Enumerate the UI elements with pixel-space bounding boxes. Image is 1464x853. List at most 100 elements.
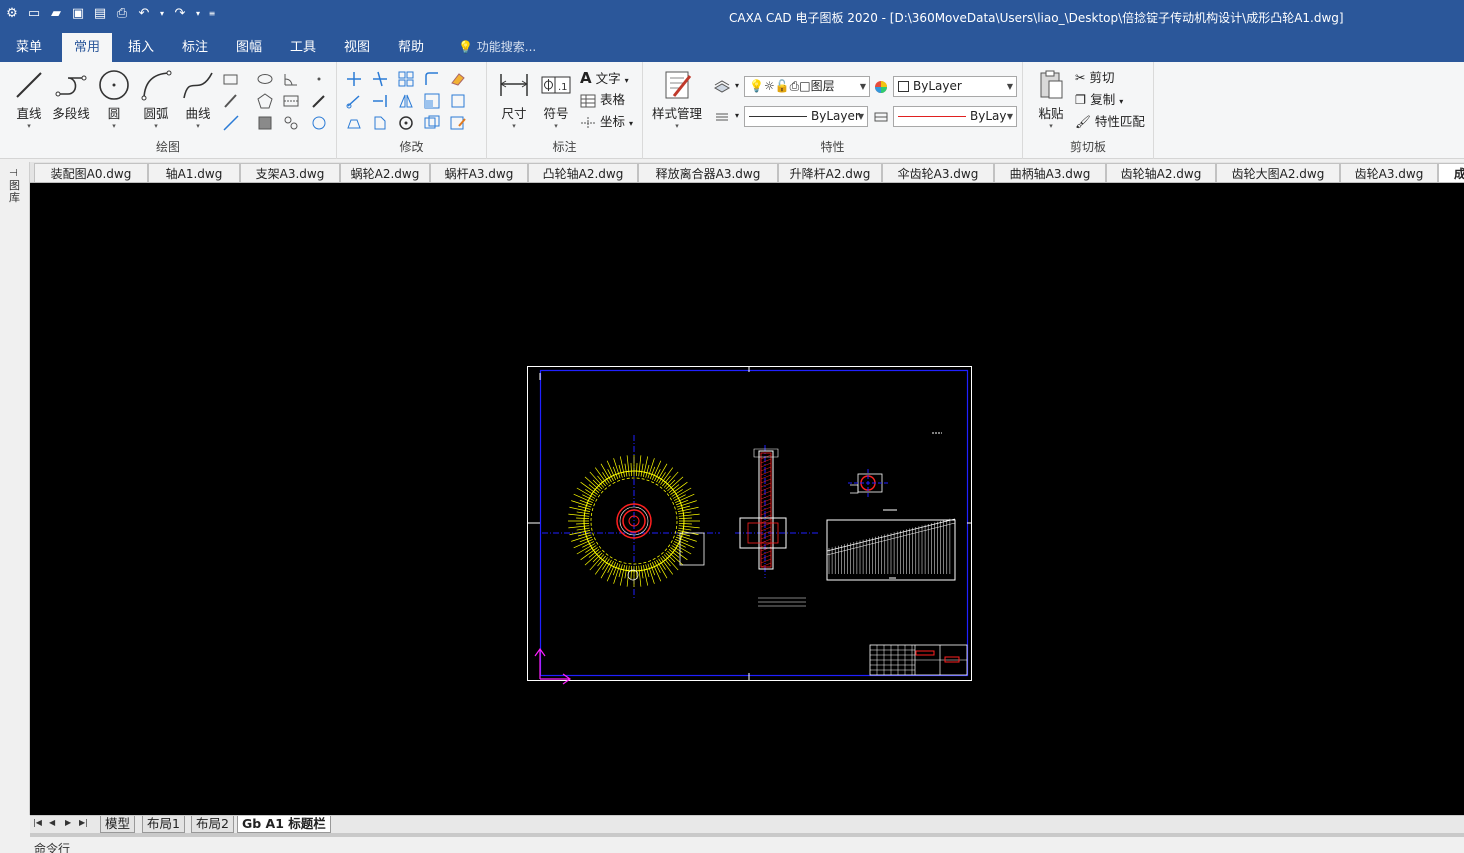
open-folder-icon[interactable]: ▰ (48, 6, 64, 22)
layout-tab-active[interactable]: Gb A1 标题栏 (237, 816, 331, 833)
rectangle-tool-icon[interactable] (222, 70, 240, 88)
first-tab-icon[interactable]: |◀ (33, 818, 42, 827)
polyline-button[interactable]: 多段线 (49, 68, 93, 122)
tab-view[interactable]: 视图 (332, 33, 382, 62)
coordinate-button[interactable]: 坐标 ▾ (580, 112, 633, 132)
redo-dropdown-icon[interactable]: ▾ (194, 6, 202, 22)
table-button[interactable]: 表格 (580, 90, 625, 110)
save-icon[interactable]: ▣ (70, 6, 86, 22)
color-wheel-icon[interactable] (872, 78, 890, 96)
next-tab-icon[interactable]: ▶ (65, 818, 71, 827)
dimension-button[interactable]: 尺寸 ▾ (492, 68, 536, 130)
tab-tools[interactable]: 工具 (278, 33, 328, 62)
doc-tab[interactable]: 支架A3.dwg (240, 163, 340, 182)
doc-tab[interactable]: 释放离合器A3.dwg (638, 163, 778, 182)
prev-tab-icon[interactable]: ◀ (49, 818, 55, 827)
undo-dropdown-icon[interactable]: ▾ (158, 6, 166, 22)
tab-home[interactable]: 常用 (62, 33, 112, 62)
doc-tab[interactable]: 装配图A0.dwg (34, 163, 148, 182)
command-line[interactable]: 命令行 (30, 837, 1464, 853)
spline-tool-icon[interactable] (282, 114, 300, 132)
copy-button[interactable]: ❐ 复制 ▾ (1075, 90, 1123, 110)
doc-tab[interactable]: 曲柄轴A3.dwg (994, 163, 1106, 182)
title-block-red-cell (944, 656, 960, 663)
match-properties-button[interactable]: 🖌 特性匹配 (1075, 112, 1145, 132)
tab-annotate[interactable]: 标注 (170, 33, 220, 62)
library-panel-tab[interactable]: ⊣ 图库 (9, 168, 23, 204)
doc-tab[interactable]: 齿轮A3.dwg (1340, 163, 1438, 182)
doc-tab[interactable]: 升降杆A2.dwg (778, 163, 882, 182)
centerline-tool-icon[interactable] (282, 92, 300, 110)
doc-tab[interactable]: 凸轮轴A2.dwg (528, 163, 638, 182)
save-all-icon[interactable]: ▤ (92, 6, 108, 22)
app-logo-icon[interactable]: ⚙ (4, 6, 20, 22)
offset-icon[interactable] (423, 114, 441, 132)
layout-tab-layout1[interactable]: 布局1 (142, 816, 185, 833)
pen-tool-icon[interactable] (310, 92, 328, 110)
extend-icon[interactable] (371, 92, 389, 110)
lineweight-combo[interactable]: ByLay ▼ (893, 106, 1017, 127)
explode-icon[interactable] (449, 92, 467, 110)
scale-icon[interactable] (423, 92, 441, 110)
shaft-hatch (760, 454, 772, 568)
layout-tab-model[interactable]: 模型 (100, 816, 136, 833)
cloud-tool-icon[interactable] (310, 114, 328, 132)
circle-button[interactable]: 圆 ▾ (92, 68, 136, 130)
layer-states-icon[interactable] (713, 78, 731, 96)
array-icon[interactable] (397, 70, 415, 88)
new-file-icon[interactable]: ▭ (26, 6, 42, 22)
paste-button[interactable]: 粘贴 ▾ (1029, 68, 1073, 130)
arc-button[interactable]: 圆弧 ▾ (134, 68, 178, 130)
construction-line-icon[interactable] (222, 114, 240, 132)
doc-tab[interactable]: 轴A1.dwg (148, 163, 240, 182)
point-tool-icon[interactable] (310, 70, 328, 88)
tab-sheet[interactable]: 图幅 (224, 33, 274, 62)
line-button[interactable]: 直线 ▾ (7, 68, 51, 130)
customize-qat-icon[interactable]: ≡ (208, 6, 216, 22)
lineweight-list-icon[interactable] (713, 108, 731, 126)
style-manager-button[interactable]: 样式管理 ▾ (649, 68, 705, 130)
feature-search[interactable]: 💡 功能搜索... (458, 33, 536, 62)
text-button[interactable]: A 文字 ▾ (580, 68, 629, 88)
title-block-grid (870, 645, 967, 675)
layout-tab-layout2[interactable]: 布局2 (191, 816, 234, 833)
doc-tab[interactable]: 齿轮轴A2.dwg (1106, 163, 1216, 182)
layer-combo[interactable]: 💡☼🔓⎙□图层 ▼ (744, 76, 870, 97)
trim-icon[interactable] (371, 70, 389, 88)
symbol-button[interactable]: .1 符号 ▾ (534, 68, 578, 130)
color-combo[interactable]: ByLayer ▼ (893, 76, 1017, 97)
doc-tab-active[interactable]: 成 (1438, 163, 1464, 182)
print-icon[interactable]: ⎙ (114, 6, 130, 22)
tab-help[interactable]: 帮助 (386, 33, 436, 62)
fillet-icon[interactable] (423, 70, 441, 88)
linestyle-icon[interactable] (872, 108, 890, 126)
doc-tab[interactable]: 蜗轮A2.dwg (340, 163, 430, 182)
doc-tab[interactable]: 蜗杆A3.dwg (430, 163, 528, 182)
undo-icon[interactable]: ↶ (136, 6, 152, 22)
stretch-icon[interactable] (345, 114, 363, 132)
chevron-down-icon[interactable]: ▾ (735, 111, 739, 120)
mirror-icon[interactable] (397, 92, 415, 110)
curve-button[interactable]: 曲线 ▾ (176, 68, 220, 130)
copy-object-icon[interactable] (345, 92, 363, 110)
ellipse-tool-icon[interactable] (256, 70, 274, 88)
polygon-tool-icon[interactable] (256, 92, 274, 110)
hatch-tool-icon[interactable] (256, 114, 274, 132)
redo-icon[interactable]: ↷ (172, 6, 188, 22)
last-tab-icon[interactable]: ▶| (79, 818, 88, 827)
break-icon[interactable] (371, 114, 389, 132)
doc-tab[interactable]: 齿轮大图A2.dwg (1216, 163, 1340, 182)
doc-tab[interactable]: 伞齿轮A3.dwg (882, 163, 994, 182)
move-icon[interactable] (345, 70, 363, 88)
eraser-icon[interactable] (449, 70, 467, 88)
angle-tool-icon[interactable] (282, 70, 300, 88)
drawing-canvas[interactable] (30, 183, 1464, 815)
linetype-combo[interactable]: ByLayer ▼ (744, 106, 868, 127)
chevron-down-icon[interactable]: ▾ (735, 81, 739, 90)
menu-item-main[interactable]: 菜单 (4, 33, 54, 62)
parallel-line-icon[interactable] (222, 92, 240, 110)
rotate-icon[interactable] (397, 114, 415, 132)
cut-button[interactable]: ✂ 剪切 (1075, 68, 1114, 88)
edit-block-icon[interactable] (449, 114, 467, 132)
tab-insert[interactable]: 插入 (116, 33, 166, 62)
